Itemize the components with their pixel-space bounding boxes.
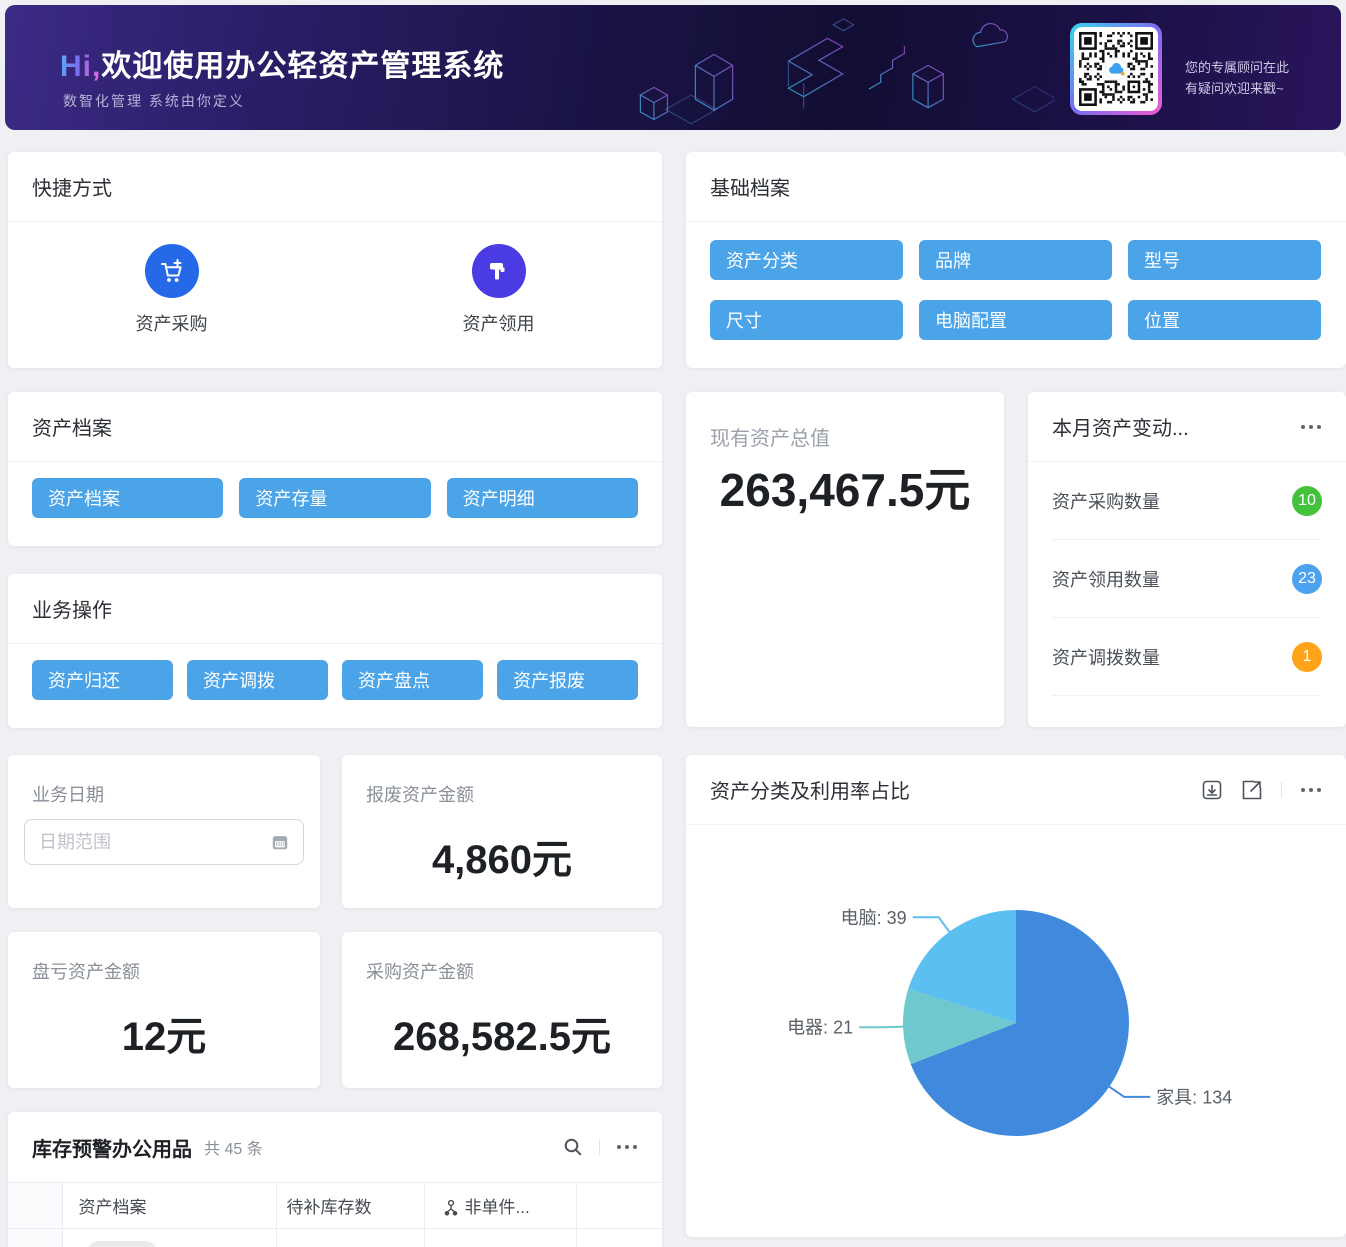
button-model[interactable]: 型号 — [1128, 240, 1321, 280]
stock-warning-card: 库存预警办公用品 共 45 条 资产档案 待补库存数 非 — [8, 1112, 662, 1247]
scrap-amount-card: 报废资产金额 4,860元 — [342, 755, 662, 908]
column-non-single: 非单件... — [465, 1198, 530, 1217]
basic-archives-title: 基础档案 — [710, 172, 790, 201]
operations-title: 业务操作 — [32, 594, 112, 623]
calendar-icon[interactable] — [271, 832, 289, 852]
column-asset-archive: 资产档案 — [62, 1183, 276, 1229]
expand-icon[interactable] — [1241, 779, 1263, 801]
pie-label: 电器: 21 — [787, 1018, 853, 1038]
button-asset-inventory[interactable]: 资产盘点 — [342, 660, 483, 700]
search-icon[interactable] — [563, 1137, 583, 1157]
button-brand[interactable]: 品牌 — [919, 240, 1112, 280]
loss-amount-card: 盘亏资产金额 12元 — [8, 932, 320, 1088]
stock-warning-count: 共 45 条 — [204, 1135, 263, 1159]
asset-archives-title: 资产档案 — [32, 412, 112, 441]
banner-isometric-art — [615, 5, 1055, 130]
asset-category-chart-card: 资产分类及利用率占比 家具: 134 电器: 21 电脑: 39 — [686, 755, 1346, 1237]
pie-leader-line — [1109, 1086, 1151, 1097]
total-assets-label: 现有资产总值 — [710, 422, 830, 451]
ellipsis-icon[interactable] — [616, 1144, 638, 1150]
ellipsis-icon[interactable] — [1300, 424, 1322, 430]
shortcut-label: 资产领用 — [463, 310, 535, 336]
date-range-field[interactable] — [39, 832, 271, 853]
monthly-changes-card: 本月资产变动... 资产采购数量 10 资产领用数量 23 资产调拨数量 1 — [1028, 392, 1346, 727]
shortcut-asset-purchase[interactable]: 资产采购 — [8, 222, 335, 336]
asset-archives-card: 资产档案 资产档案 资产存量 资产明细 — [8, 392, 662, 546]
button-asset-return[interactable]: 资产归还 — [32, 660, 173, 700]
dashboard: Hi,欢迎使用办公轻资产管理系统 数智化管理 系统由你定义 您的专属顾问在此 有… — [0, 0, 1346, 1247]
download-icon[interactable] — [1201, 779, 1223, 801]
scrap-amount-value: 4,860元 — [342, 827, 662, 885]
basic-archives-card: 基础档案 资产分类 品牌 型号 尺寸 电脑配置 位置 — [686, 152, 1346, 368]
pie-chart: 家具: 134 电器: 21 电脑: 39 — [686, 825, 1346, 1235]
monthly-changes-title: 本月资产变动... — [1052, 412, 1189, 441]
qr-caption: 您的专属顾问在此 有疑问欢迎来戳~ — [1185, 57, 1289, 99]
shortcuts-title: 快捷方式 — [32, 172, 112, 201]
shortcut-label: 资产采购 — [136, 310, 208, 336]
table-cell-tag — [87, 1241, 157, 1247]
shortcuts-card: 快捷方式 资产采购 — [8, 152, 662, 368]
chart-title: 资产分类及利用率占比 — [710, 775, 910, 804]
count-badge: 10 — [1292, 486, 1322, 516]
button-asset-detail[interactable]: 资产明细 — [447, 478, 638, 518]
table-header-row: 资产档案 待补库存数 非单件... — [8, 1183, 662, 1229]
change-row-transfer: 资产调拨数量 1 — [1052, 618, 1322, 696]
count-badge: 1 — [1292, 642, 1322, 672]
stock-table: 资产档案 待补库存数 非单件... — [8, 1182, 662, 1247]
welcome-banner: Hi,欢迎使用办公轻资产管理系统 数智化管理 系统由你定义 您的专属顾问在此 有… — [5, 5, 1341, 130]
purchase-amount-card: 采购资产金额 268,582.5元 — [342, 932, 662, 1088]
change-row-purchase: 资产采购数量 10 — [1052, 462, 1322, 540]
operations-card: 业务操作 资产归还 资产调拨 资产盘点 资产报废 — [8, 574, 662, 728]
pie-label: 家具: 134 — [1156, 1087, 1232, 1107]
pie-leader-line — [913, 917, 950, 932]
button-computer-config[interactable]: 电脑配置 — [919, 300, 1112, 340]
column-restock-qty: 待补库存数 — [276, 1183, 424, 1229]
banner-subtitle: 数智化管理 系统由你定义 — [63, 91, 245, 111]
qr-code — [1070, 23, 1162, 115]
shortcut-asset-requisition[interactable]: 资产领用 — [335, 222, 662, 336]
button-asset-category[interactable]: 资产分类 — [710, 240, 903, 280]
hierarchy-icon — [443, 1199, 459, 1216]
pie-label: 电脑: 39 — [841, 908, 907, 928]
total-assets-value: 263,467.5元 — [686, 454, 1004, 520]
loss-amount-label: 盘亏资产金额 — [32, 958, 140, 984]
change-row-requisition: 资产领用数量 23 — [1052, 540, 1322, 618]
button-asset-stock[interactable]: 资产存量 — [239, 478, 430, 518]
date-range-input[interactable] — [24, 819, 304, 865]
total-assets-card: 现有资产总值 263,467.5元 — [686, 392, 1004, 727]
paint-roller-icon — [472, 244, 526, 298]
pie-leader-line — [859, 1027, 904, 1028]
count-badge: 23 — [1292, 564, 1322, 594]
button-asset-archive[interactable]: 资产档案 — [32, 478, 223, 518]
button-asset-transfer[interactable]: 资产调拨 — [187, 660, 328, 700]
scrap-amount-label: 报废资产金额 — [366, 781, 474, 807]
cart-plus-icon — [145, 244, 199, 298]
table-row[interactable] — [8, 1229, 662, 1247]
business-date-card: 业务日期 — [8, 755, 320, 908]
banner-title: Hi,欢迎使用办公轻资产管理系统 — [60, 41, 504, 85]
stock-warning-title: 库存预警办公用品 — [32, 1133, 192, 1162]
button-asset-scrap[interactable]: 资产报废 — [497, 660, 638, 700]
purchase-amount-label: 采购资产金额 — [366, 958, 474, 984]
ellipsis-icon[interactable] — [1300, 787, 1322, 793]
banner-greeting: Hi, — [60, 50, 101, 83]
loss-amount-value: 12元 — [8, 1004, 320, 1062]
purchase-amount-value: 268,582.5元 — [342, 1004, 662, 1062]
button-size[interactable]: 尺寸 — [710, 300, 903, 340]
business-date-label: 业务日期 — [32, 781, 104, 807]
button-location[interactable]: 位置 — [1128, 300, 1321, 340]
